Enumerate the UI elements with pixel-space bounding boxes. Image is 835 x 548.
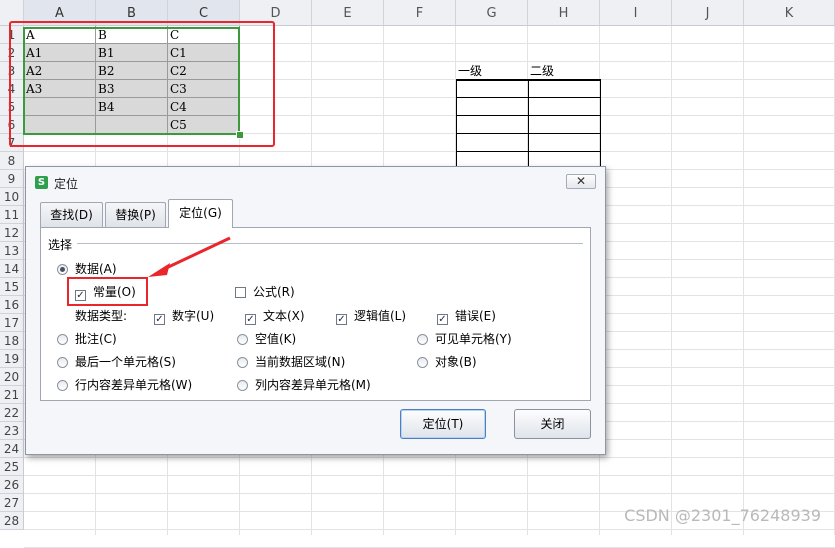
watermark: CSDN @2301_76248939 — [624, 506, 821, 525]
annotation-arrow — [148, 236, 231, 277]
tab-goto[interactable]: 定位(G) — [168, 199, 233, 228]
